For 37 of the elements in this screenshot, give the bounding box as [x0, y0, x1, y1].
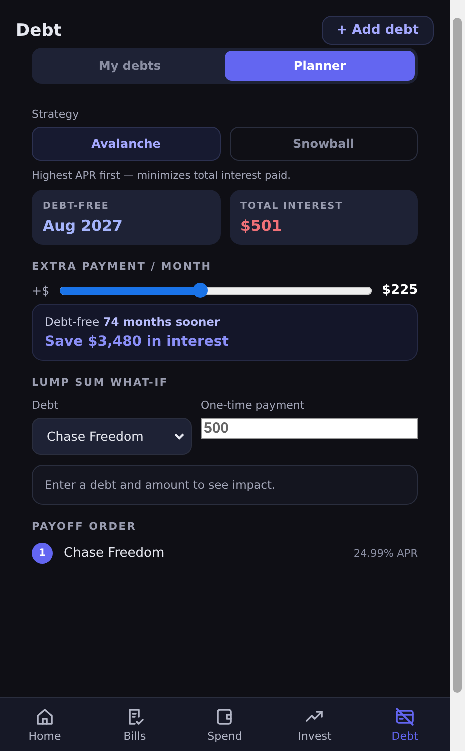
stat-value: $501 [240, 217, 284, 235]
nav-item[interactable]: Bills [90, 698, 180, 751]
section-heading: LUMP SUM WHAT-IF [32, 377, 170, 389]
strategy-option[interactable]: Avalanche [32, 127, 220, 161]
stat-label: DEBT-FREE [43, 201, 110, 212]
strategy-option[interactable]: Snowball [230, 127, 418, 161]
page-title: Debt [16, 20, 62, 40]
nav-item[interactable]: Invest [270, 698, 360, 751]
strategy-label: Strategy [32, 108, 80, 121]
rank-badge: 1 [32, 543, 53, 564]
debt-name: Chase Freedom [64, 546, 166, 561]
stat-label: TOTAL INTEREST [240, 201, 344, 212]
scrollbar[interactable] [450, 0, 465, 751]
debt-select[interactable]: Chase Freedom [32, 418, 192, 455]
apr-text: 24.99% APR [354, 548, 418, 560]
result-message: Enter a debt and amount to see impact. [32, 465, 418, 505]
nav-item[interactable]: Spend [180, 698, 270, 751]
section-heading: PAYOFF ORDER [32, 521, 138, 533]
wallet-icon [215, 706, 235, 726]
nav-item[interactable]: Home [0, 698, 90, 751]
impact-text: Debt-free 74 months sooner [45, 315, 222, 329]
field-label: Debt [32, 399, 60, 412]
currency-prefix: +$ [32, 284, 50, 298]
field-label: One-time payment [201, 399, 306, 412]
chevron-down-icon [174, 432, 185, 440]
slider-reading: $225 [382, 283, 418, 298]
view-tab[interactable]: My debts [35, 51, 225, 81]
house-icon [35, 706, 55, 726]
savings-text: Save $3,480 in interest [45, 334, 230, 350]
nav-item[interactable]: Debt [360, 698, 450, 751]
section-heading: EXTRA PAYMENT / MONTH [32, 261, 213, 273]
stat-value: Aug 2027 [43, 217, 124, 235]
add-debt-button[interactable]: + Add debt [322, 16, 434, 45]
payment-input[interactable]: 500 [201, 418, 418, 439]
view-tab[interactable]: Planner [225, 51, 415, 81]
strategy-description: Highest APR first — minimizes total interest paid. [32, 170, 292, 182]
crossed-card-icon [395, 706, 415, 726]
